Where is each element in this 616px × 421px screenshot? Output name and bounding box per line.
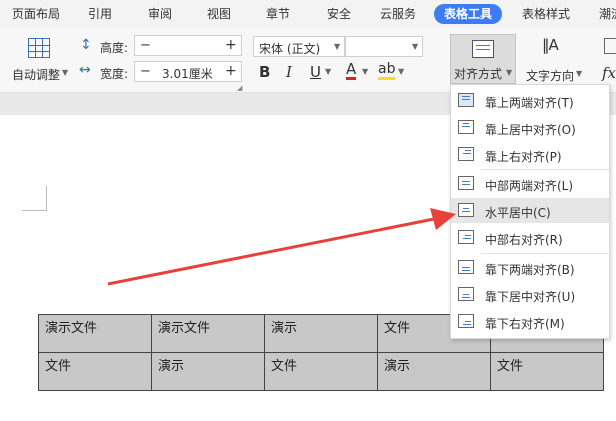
annotation-arrow bbox=[107, 208, 456, 286]
arrow-shaft bbox=[107, 217, 435, 286]
arrow-head bbox=[430, 208, 456, 230]
